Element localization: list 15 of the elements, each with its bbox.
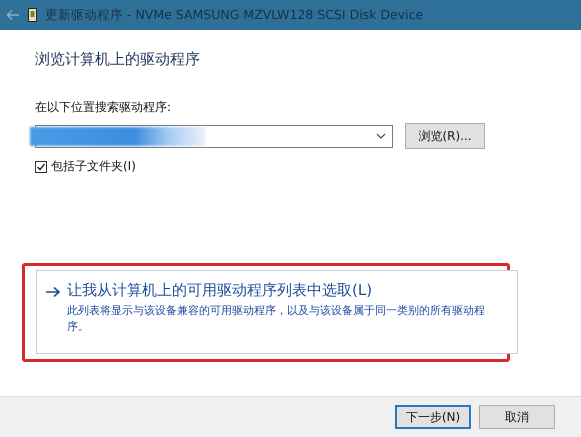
option-description: 此列表将显示与该设备兼容的可用驱动程序，以及与该设备属于同一类别的所有驱动程序。: [67, 303, 486, 335]
chevron-down-icon: [376, 133, 386, 139]
search-location-label: 在以下位置搜索驱动程序:: [35, 99, 172, 116]
back-arrow-icon[interactable]: [6, 9, 20, 21]
option-title: 让我从计算机上的可用驱动程序列表中选取(L): [67, 281, 374, 300]
checkbox-label: 包括子文件夹(I): [51, 158, 136, 175]
driver-list-option[interactable]: 让我从计算机上的可用驱动程序列表中选取(L) 此列表将显示与该设备兼容的可用驱动程序，以及与该设备属于同一类别的所有驱动程序。: [36, 270, 518, 354]
checkbox[interactable]: [35, 160, 47, 172]
next-button[interactable]: 下一步(N): [395, 405, 471, 429]
right-arrow-icon: [45, 286, 61, 298]
page-heading: 浏览计算机上的驱动程序: [35, 50, 201, 69]
cancel-button[interactable]: 取消: [479, 405, 555, 429]
browse-button[interactable]: 浏览(R)...: [405, 123, 485, 149]
window-title: 更新驱动程序 - NVMe SAMSUNG MZVLW128 SCSI Disk Device: [45, 6, 424, 24]
device-icon: [28, 8, 37, 22]
